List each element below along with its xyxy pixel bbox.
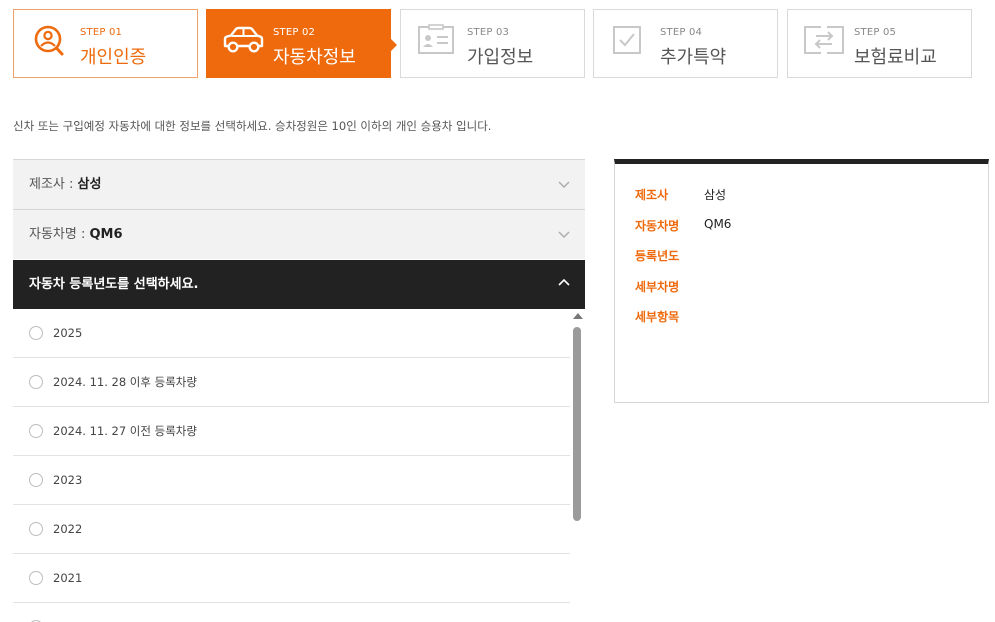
car-icon bbox=[223, 26, 264, 53]
radio-button[interactable] bbox=[29, 375, 43, 389]
year-option[interactable] bbox=[13, 603, 570, 622]
checkbox-icon bbox=[613, 26, 641, 54]
instruction-text: 신차 또는 구입예정 자동차에 대한 정보를 선택하세요. 승차정원은 10인 … bbox=[13, 119, 492, 133]
year-option-label: 2024. 11. 28 이후 등록차량 bbox=[53, 375, 197, 389]
chevron-down-icon bbox=[558, 231, 570, 238]
summary-key: 제조사 bbox=[635, 188, 669, 202]
chevron-down-icon bbox=[558, 181, 570, 188]
summary-key: 세부항목 bbox=[635, 310, 680, 324]
summary-value: QM6 bbox=[704, 217, 732, 231]
step-number: STEP 02 bbox=[273, 27, 316, 38]
selection-summary-panel: 제조사 삼성 자동차명 QM6 등록년도 세부차명 세부항목 bbox=[614, 159, 989, 403]
radio-button[interactable] bbox=[29, 571, 43, 585]
model-selector[interactable]: 자동차명 : QM6 bbox=[13, 209, 585, 259]
maker-selector[interactable]: 제조사 : 삼성 bbox=[13, 159, 585, 209]
summary-value: 삼성 bbox=[704, 188, 727, 202]
radio-button[interactable] bbox=[29, 326, 43, 340]
radio-button[interactable] bbox=[29, 522, 43, 536]
step-2: STEP 02 자동차정보 bbox=[206, 9, 397, 78]
step-number: STEP 03 bbox=[467, 27, 510, 38]
chevron-up-icon bbox=[558, 278, 570, 286]
step-1: STEP 01 개인인증 bbox=[13, 9, 198, 78]
year-option-label: 2023 bbox=[53, 473, 83, 487]
year-option[interactable]: 2025 bbox=[13, 309, 570, 358]
year-option[interactable]: 2021 bbox=[13, 554, 570, 603]
year-option[interactable]: 2024. 11. 28 이후 등록차량 bbox=[13, 358, 570, 407]
scroll-up-arrow-icon[interactable] bbox=[573, 313, 583, 319]
step-progress: STEP 01 개인인증 STEP 02 자동차정보 STEP 03 가입정보 bbox=[13, 9, 972, 78]
summary-key: 자동차명 bbox=[635, 219, 680, 233]
compare-icon bbox=[804, 26, 844, 54]
model-label: 자동차명 : bbox=[29, 227, 90, 242]
year-option[interactable]: 2023 bbox=[13, 456, 570, 505]
year-option-label: 2024. 11. 27 이전 등록차량 bbox=[53, 424, 197, 438]
step-title: 가입정보 bbox=[467, 47, 534, 68]
year-option-label: 2022 bbox=[53, 522, 83, 536]
step-3: STEP 03 가입정보 bbox=[400, 9, 585, 78]
active-step-arrow bbox=[391, 39, 397, 51]
list-scrollbar[interactable] bbox=[570, 309, 585, 622]
step-number: STEP 04 bbox=[660, 27, 703, 38]
step-4: STEP 04 추가특약 bbox=[593, 9, 778, 78]
year-option[interactable]: 2024. 11. 27 이전 등록차량 bbox=[13, 407, 570, 456]
year-option[interactable]: 2022 bbox=[13, 505, 570, 554]
search-person-icon bbox=[34, 25, 64, 56]
step-title: 자동차정보 bbox=[273, 47, 356, 68]
step-number: STEP 01 bbox=[80, 27, 123, 38]
year-option-label: 2025 bbox=[53, 326, 83, 340]
step-5: STEP 05 보험료비교 bbox=[787, 9, 972, 78]
summary-key: 등록년도 bbox=[635, 249, 680, 263]
step-title: 개인인증 bbox=[80, 47, 147, 68]
step-title: 추가특약 bbox=[660, 47, 727, 68]
maker-label: 제조사 : bbox=[29, 177, 78, 192]
radio-button[interactable] bbox=[29, 473, 43, 487]
year-option-label: 2021 bbox=[53, 571, 83, 585]
maker-value: 삼성 bbox=[77, 177, 102, 192]
year-header-text: 자동차 등록년도를 선택하세요. bbox=[29, 277, 199, 292]
step-number: STEP 05 bbox=[854, 27, 897, 38]
radio-button[interactable] bbox=[29, 424, 43, 438]
scroll-thumb[interactable] bbox=[573, 327, 581, 521]
summary-key: 세부차명 bbox=[635, 280, 680, 294]
step-title: 보험료비교 bbox=[854, 47, 937, 68]
year-option-list: 2025 2024. 11. 28 이후 등록차량 2024. 11. 27 이… bbox=[13, 309, 570, 622]
year-selector-header[interactable]: 자동차 등록년도를 선택하세요. bbox=[13, 260, 585, 309]
id-card-icon bbox=[418, 24, 454, 54]
model-value: QM6 bbox=[89, 227, 123, 242]
